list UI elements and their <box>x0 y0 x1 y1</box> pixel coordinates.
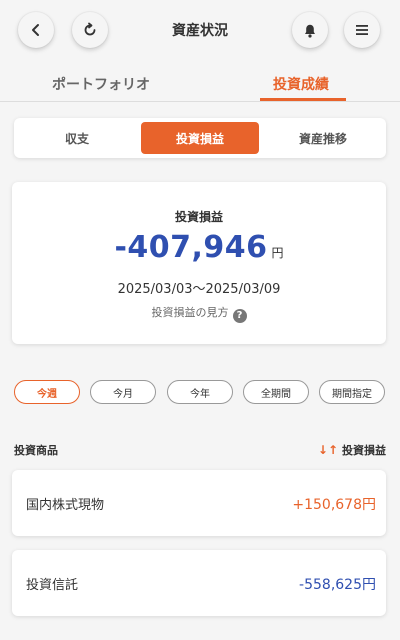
product-pl-value: -558,625円 <box>299 577 376 593</box>
period-custom[interactable]: 期間指定 <box>319 380 385 404</box>
list-item[interactable]: 投資信託 -558,625円 <box>12 550 386 616</box>
tab-performance[interactable]: 投資成績 <box>273 74 329 94</box>
tab-portfolio[interactable]: ポートフォリオ <box>52 74 150 94</box>
product-name: 国内株式現物 <box>26 498 105 513</box>
notification-button[interactable] <box>292 12 328 48</box>
period-this-year[interactable]: 今年 <box>167 380 233 404</box>
bell-icon <box>305 24 315 38</box>
tab-active-indicator <box>260 98 346 101</box>
summary-amount-value: -407,946 <box>114 230 268 265</box>
period-all[interactable]: 全期間 <box>243 380 309 404</box>
segment-control: 収支 投資損益 資産推移 <box>14 118 386 158</box>
main-tabs: ポートフォリオ 投資成績 <box>0 62 400 102</box>
sort-pl-button[interactable]: ↓↑ 投資損益 <box>318 442 386 458</box>
summary-help-text: 投資損益の見方 <box>151 306 229 319</box>
page-title: 資産状況 <box>172 23 228 39</box>
summary-amount-unit: 円 <box>271 246 284 260</box>
product-pl-value: +150,678円 <box>292 497 376 513</box>
period-this-week[interactable]: 今週 <box>14 380 80 404</box>
list-header: 投資商品 ↓↑ 投資損益 <box>14 442 386 458</box>
pl-summary-card: 投資損益 -407,946 円 2025/03/03〜2025/03/09 投資損… <box>12 182 386 344</box>
segment-asset-trend[interactable]: 資産推移 <box>264 122 382 154</box>
product-name: 投資信託 <box>26 578 79 593</box>
summary-label: 投資損益 <box>174 210 223 224</box>
app-header: 資産状況 <box>0 0 400 60</box>
summary-date-range: 2025/03/03〜2025/03/09 <box>117 282 281 297</box>
col-product-label: 投資商品 <box>14 444 58 457</box>
menu-icon <box>356 25 368 35</box>
segment-investment-pl[interactable]: 投資損益 <box>141 122 259 154</box>
summary-amount: -407,946 円 <box>12 230 386 265</box>
period-this-month[interactable]: 今月 <box>90 380 156 404</box>
segment-income-expense[interactable]: 収支 <box>18 122 136 154</box>
menu-button[interactable] <box>344 12 380 48</box>
help-icon: ? <box>232 309 247 323</box>
sort-icon: ↓↑ <box>317 443 338 457</box>
col-pl-label: 投資損益 <box>342 444 386 457</box>
list-item[interactable]: 国内株式現物 +150,678円 <box>12 470 386 536</box>
summary-help-link[interactable]: 投資損益の見方? <box>12 304 386 323</box>
